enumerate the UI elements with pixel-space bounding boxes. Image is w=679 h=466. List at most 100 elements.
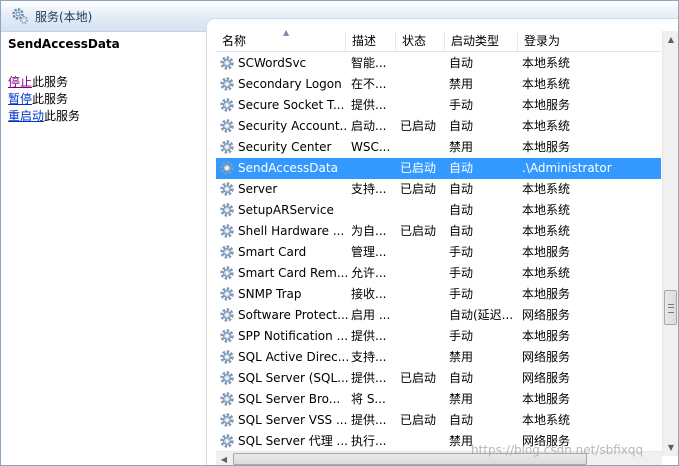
- gear-icon: [220, 56, 234, 70]
- table-row[interactable]: SQL Server VSS ... 提供... 已启动 自动 本地系统: [216, 410, 661, 431]
- logon-as-cell: .\Administrator: [522, 161, 612, 175]
- description-cell: [351, 158, 395, 179]
- stop-service-link[interactable]: 停止: [8, 75, 32, 89]
- column-header-description[interactable]: 描述: [346, 31, 396, 51]
- service-name-cell: SCWordSvc: [238, 56, 307, 70]
- restart-service-link[interactable]: 重启动: [8, 109, 44, 123]
- logon-as-cell: 本地系统: [522, 56, 571, 70]
- status-cell: [400, 74, 446, 95]
- logon-as-cell: 本地服务: [522, 245, 571, 259]
- service-name-cell: SetupARService: [238, 203, 334, 217]
- service-detail-pane: SendAccessData 停止此服务 暂停此服务 重启动此服务: [1, 32, 213, 465]
- vertical-scroll-thumb[interactable]: [664, 289, 677, 326]
- logon-as-cell: 本地服务: [522, 329, 571, 343]
- scroll-down-arrow-icon[interactable]: ▼: [663, 439, 678, 456]
- description-cell: 为自...: [351, 224, 387, 238]
- table-row[interactable]: Shell Hardware ... 为自... 已启动 自动 本地系统: [216, 221, 661, 242]
- service-name-cell: SendAccessData: [238, 161, 338, 175]
- status-cell: [400, 305, 446, 326]
- startup-type-cell: 自动(延迟...: [449, 308, 514, 322]
- logon-as-cell: 本地服务: [522, 140, 571, 154]
- gear-icon: [220, 329, 234, 343]
- startup-type-cell: 自动: [449, 182, 474, 196]
- selected-service-name: SendAccessData: [8, 37, 120, 51]
- status-cell: 已启动: [400, 182, 437, 196]
- vertical-scrollbar[interactable]: ▲ ▼: [662, 31, 678, 456]
- column-header-label: 描述: [352, 34, 377, 48]
- pause-service-link[interactable]: 暂停: [8, 92, 32, 106]
- logon-as-cell: 本地系统: [522, 203, 571, 217]
- service-name-cell: Software Protect...: [238, 308, 348, 322]
- gear-icon: [220, 308, 234, 322]
- table-row[interactable]: SPP Notification ... 提供... 手动 本地服务: [216, 326, 661, 347]
- scroll-left-arrow-icon[interactable]: ◀: [216, 452, 232, 465]
- table-row[interactable]: SQL Server (SQL... 提供... 已启动 自动 网络服务: [216, 368, 661, 389]
- logon-as-cell: 网络服务: [522, 350, 571, 364]
- logon-as-cell: 网络服务: [522, 308, 571, 322]
- status-cell: [400, 284, 446, 305]
- column-header-startup-type[interactable]: 启动类型: [445, 31, 518, 51]
- logon-as-cell: 本地系统: [522, 266, 571, 280]
- sort-ascending-icon: ▲: [283, 28, 290, 37]
- status-cell: [400, 95, 446, 116]
- table-row[interactable]: Smart Card 管理... 手动 本地服务: [216, 242, 661, 263]
- logon-as-cell: 本地系统: [522, 413, 571, 427]
- logon-as-cell: 本地服务: [522, 98, 571, 112]
- column-header-label: 状态: [402, 34, 427, 48]
- gear-icon: [220, 371, 234, 385]
- scroll-up-arrow-icon[interactable]: ▲: [663, 31, 678, 48]
- table-row[interactable]: SetupARService 自动 本地系统: [216, 200, 661, 221]
- gear-icon: [220, 203, 234, 217]
- table-row[interactable]: Security Account... 启动... 已启动 自动 本地系统: [216, 116, 661, 137]
- table-row[interactable]: SQL Server Bro... 将 S... 禁用 本地服务: [216, 389, 661, 410]
- gear-icon: [220, 77, 234, 91]
- service-name-cell: Security Account...: [238, 119, 348, 133]
- description-cell: 提供...: [351, 371, 387, 385]
- service-name-cell: Secondary Logon: [238, 77, 342, 91]
- logon-as-cell: 本地服务: [522, 287, 571, 301]
- service-name-cell: SQL Server (SQL...: [238, 371, 348, 385]
- table-row[interactable]: SNMP Trap 接收... 手动 本地服务: [216, 284, 661, 305]
- description-cell: 提供...: [351, 413, 387, 427]
- startup-type-cell: 自动: [449, 413, 474, 427]
- service-name-cell: SPP Notification ...: [238, 329, 348, 343]
- description-cell: 提供...: [351, 98, 387, 112]
- grip-icon: [668, 303, 674, 313]
- startup-type-cell: 自动: [449, 224, 474, 238]
- services-gear-icon: [12, 8, 28, 24]
- status-cell: [400, 347, 446, 368]
- table-row[interactable]: Server 支持... 已启动 自动 本地系统: [216, 179, 661, 200]
- action-suffix: 此服务: [44, 109, 81, 123]
- description-cell: 支持...: [351, 350, 387, 364]
- gear-icon: [220, 350, 234, 364]
- table-row[interactable]: SendAccessData 已启动 自动 .\Administrator: [216, 158, 661, 179]
- startup-type-cell: 自动: [449, 119, 474, 133]
- service-name-cell: SQL Server VSS ...: [238, 413, 348, 427]
- logon-as-cell: 本地系统: [522, 77, 571, 91]
- column-header-name[interactable]: ▲ 名称: [216, 28, 346, 51]
- status-cell: 已启动: [400, 161, 437, 175]
- status-cell: [400, 137, 446, 158]
- action-suffix: 此服务: [32, 92, 69, 106]
- table-row[interactable]: Secure Socket T... 提供... 手动 本地服务: [216, 95, 661, 116]
- table-row[interactable]: Smart Card Rem... 允许... 手动 本地系统: [216, 263, 661, 284]
- table-row[interactable]: SQL Active Direc... 支持... 禁用 网络服务: [216, 347, 661, 368]
- description-cell: 支持...: [351, 182, 387, 196]
- startup-type-cell: 禁用: [449, 392, 474, 406]
- table-row[interactable]: Secondary Logon 在不... 禁用 本地系统: [216, 74, 661, 95]
- table-row[interactable]: Software Protect... 启用 ... 自动(延迟... 网络服务: [216, 305, 661, 326]
- startup-type-cell: 自动: [449, 203, 474, 217]
- column-header-status[interactable]: 状态: [396, 31, 445, 51]
- logon-as-cell: 本地系统: [522, 119, 571, 133]
- table-row[interactable]: SCWordSvc 智能... 自动 本地系统: [216, 53, 661, 74]
- service-name-cell: SQL Server 代理 ...: [238, 434, 348, 448]
- status-cell: [400, 200, 446, 221]
- description-cell: 在不...: [351, 77, 387, 91]
- description-cell: 管理...: [351, 245, 387, 259]
- table-row[interactable]: Security Center WSC... 禁用 本地服务: [216, 137, 661, 158]
- column-header-logon-as[interactable]: 登录为: [518, 31, 661, 51]
- startup-type-cell: 手动: [449, 287, 474, 301]
- service-name-cell: SQL Active Direc...: [238, 350, 348, 364]
- action-suffix: 此服务: [32, 75, 69, 89]
- gear-icon: [220, 266, 234, 280]
